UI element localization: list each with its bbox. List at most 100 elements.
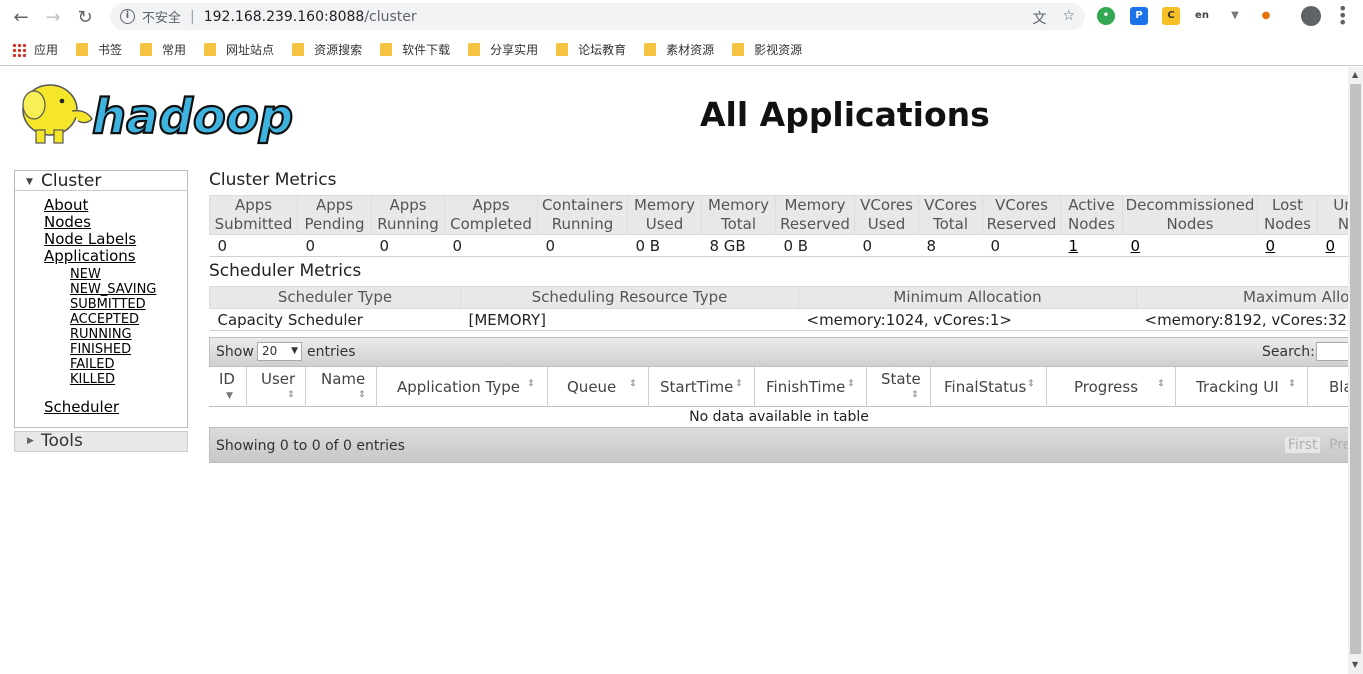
nav-link-state-killed[interactable]: KILLED — [70, 372, 115, 387]
cluster-section-header[interactable]: ▼ Cluster — [15, 171, 187, 191]
scrollbar-thumb[interactable] — [1350, 84, 1361, 654]
bookmark-label: 应用 — [34, 43, 59, 57]
column-label: Bla — [1329, 378, 1348, 396]
header-line: Running — [377, 215, 439, 233]
bookmark-label: 软件下载 — [402, 43, 451, 57]
url-text: 192.168.239.160:8088/cluster — [204, 9, 417, 25]
extension-orange-icon[interactable]: ● — [1257, 7, 1275, 25]
scroll-up-icon[interactable]: ▲ — [1352, 70, 1358, 79]
pager-previous-button[interactable]: Pre — [1329, 437, 1348, 453]
column-state[interactable]: State ⇕ — [867, 367, 931, 407]
bookmark-label: 常用 — [162, 43, 187, 57]
column-blacklisted[interactable]: Bla — [1308, 367, 1348, 407]
bookmark-folder[interactable]: 网址站点 — [204, 41, 274, 58]
metric-value: 0 — [854, 234, 919, 257]
extension-en-icon[interactable]: en — [1193, 7, 1211, 25]
tools-section-header[interactable]: ▶ Tools — [14, 431, 188, 452]
tools-label: Tools — [41, 431, 83, 451]
nav-link-state-new-saving[interactable]: NEW_SAVING — [70, 282, 156, 297]
applications-table-footer: Showing 0 to 0 of 0 entries First Pre — [209, 427, 1348, 463]
insecure-label: 不安全 — [142, 11, 182, 26]
nav-link-about[interactable]: About — [44, 196, 88, 214]
header-line: Used — [867, 215, 906, 233]
bookmark-folder[interactable]: 软件下载 — [380, 41, 450, 58]
extension-v-icon[interactable]: ▼ — [1226, 7, 1244, 25]
scheduler-metrics-table: Scheduler Type Scheduling Resource Type … — [209, 286, 1348, 331]
column-progress[interactable]: Progress ⇕ — [1047, 367, 1176, 407]
scroll-down-icon[interactable]: ▼ — [1352, 660, 1358, 669]
browser-menu-icon[interactable]: • • • — [1338, 1, 1347, 31]
nav-link-state-new[interactable]: NEW — [70, 267, 101, 282]
forward-icon[interactable]: → — [40, 4, 66, 30]
bookmark-folder[interactable]: 书签 — [76, 41, 122, 58]
translate-icon[interactable]: 文 — [1032, 8, 1046, 28]
extension-green-icon[interactable]: • — [1097, 7, 1115, 25]
metric-value: 0 B — [775, 234, 855, 257]
column-label: Name — [321, 370, 366, 388]
folder-icon — [292, 43, 305, 56]
back-icon[interactable]: ← — [8, 4, 34, 30]
bookmark-folder[interactable]: 素材资源 — [644, 41, 714, 58]
column-id[interactable]: ID ▼ — [209, 367, 247, 407]
decommissioned-nodes-link[interactable]: 0 — [1131, 237, 1141, 255]
reload-icon[interactable]: ↻ — [72, 4, 98, 30]
header-line: Nodes — [1068, 215, 1115, 233]
nav-link-state-accepted[interactable]: ACCEPTED — [70, 312, 139, 327]
sort-icon: ⇕ — [1157, 379, 1165, 389]
sort-icon: ⇕ — [287, 390, 295, 400]
nav-link-state-running[interactable]: RUNNING — [70, 327, 132, 342]
pager-first-button[interactable]: First — [1285, 437, 1321, 453]
extension-p-icon[interactable]: P — [1130, 7, 1148, 25]
address-bar[interactable]: i 不安全 | 192.168.239.160:8088/cluster 文 ☆ — [110, 3, 1085, 30]
column-application-type[interactable]: Application Type ⇕ — [377, 367, 548, 407]
search-label: Search: — [1262, 344, 1315, 360]
table-info: Showing 0 to 0 of 0 entries — [216, 438, 405, 454]
search-input[interactable] — [1316, 342, 1348, 361]
bookmark-folder[interactable]: 分享实用 — [468, 41, 538, 58]
unhealthy-nodes-link[interactable]: 0 — [1326, 237, 1336, 255]
bookmark-folder[interactable]: 论坛教育 — [556, 41, 626, 58]
column-final-status[interactable]: FinalStatus ⇕ — [931, 367, 1047, 407]
folder-icon — [644, 43, 657, 56]
column-label: FinalStatus — [944, 378, 1027, 396]
expand-right-icon: ▶ — [27, 436, 34, 446]
folder-icon — [468, 43, 481, 56]
bookmark-apps[interactable]: 应用 — [12, 41, 58, 58]
bookmark-folder[interactable]: 资源搜索 — [292, 41, 362, 58]
active-nodes-link[interactable]: 1 — [1069, 237, 1079, 255]
column-queue[interactable]: Queue ⇕ — [548, 367, 649, 407]
folder-icon — [140, 43, 153, 56]
bookmark-label: 素材资源 — [666, 43, 715, 57]
info-icon[interactable]: i — [120, 9, 135, 24]
header-line: VCores — [995, 196, 1048, 214]
nav-link-applications[interactable]: Applications — [44, 247, 136, 265]
bookmark-folder[interactable]: 影视资源 — [732, 41, 802, 58]
page-size-select[interactable]: 20 ▼ — [257, 342, 302, 361]
scheduler-metrics-title: Scheduler Metrics — [209, 261, 362, 281]
column-start-time[interactable]: StartTime ⇕ — [649, 367, 755, 407]
column-name[interactable]: Name ⇕ — [306, 367, 377, 407]
scheduler-type-value: Capacity Scheduler — [209, 308, 461, 331]
column-header: Minimum Allocation — [798, 286, 1137, 309]
nav-link-state-finished[interactable]: FINISHED — [70, 342, 131, 357]
nav-link-nodes[interactable]: Nodes — [44, 213, 91, 231]
column-header: Scheduling Resource Type — [460, 286, 799, 309]
column-tracking-ui[interactable]: Tracking UI ⇕ — [1176, 367, 1308, 407]
vertical-scrollbar[interactable]: ▲ ▼ — [1348, 67, 1363, 674]
resource-type-value: [MEMORY] — [460, 308, 799, 331]
column-finish-time[interactable]: FinishTime ⇕ — [755, 367, 867, 407]
lost-nodes-link[interactable]: 0 — [1266, 237, 1276, 255]
metric-value: 0 — [982, 234, 1061, 257]
header-line: Containers — [541, 196, 624, 214]
empty-table-message: No data available in table — [209, 408, 1348, 427]
column-label: FinishTime — [766, 378, 846, 396]
nav-link-node-labels[interactable]: Node Labels — [44, 230, 136, 248]
bookmark-folder[interactable]: 常用 — [140, 41, 186, 58]
nav-link-scheduler[interactable]: Scheduler — [44, 398, 119, 416]
extension-c-icon[interactable]: C — [1162, 7, 1180, 25]
nav-link-state-submitted[interactable]: SUBMITTED — [70, 297, 146, 312]
nav-link-state-failed[interactable]: FAILED — [70, 357, 114, 372]
column-user[interactable]: User ⇕ — [247, 367, 306, 407]
bookmark-star-icon[interactable]: ☆ — [1062, 8, 1075, 28]
profile-avatar-icon[interactable] — [1301, 6, 1321, 26]
